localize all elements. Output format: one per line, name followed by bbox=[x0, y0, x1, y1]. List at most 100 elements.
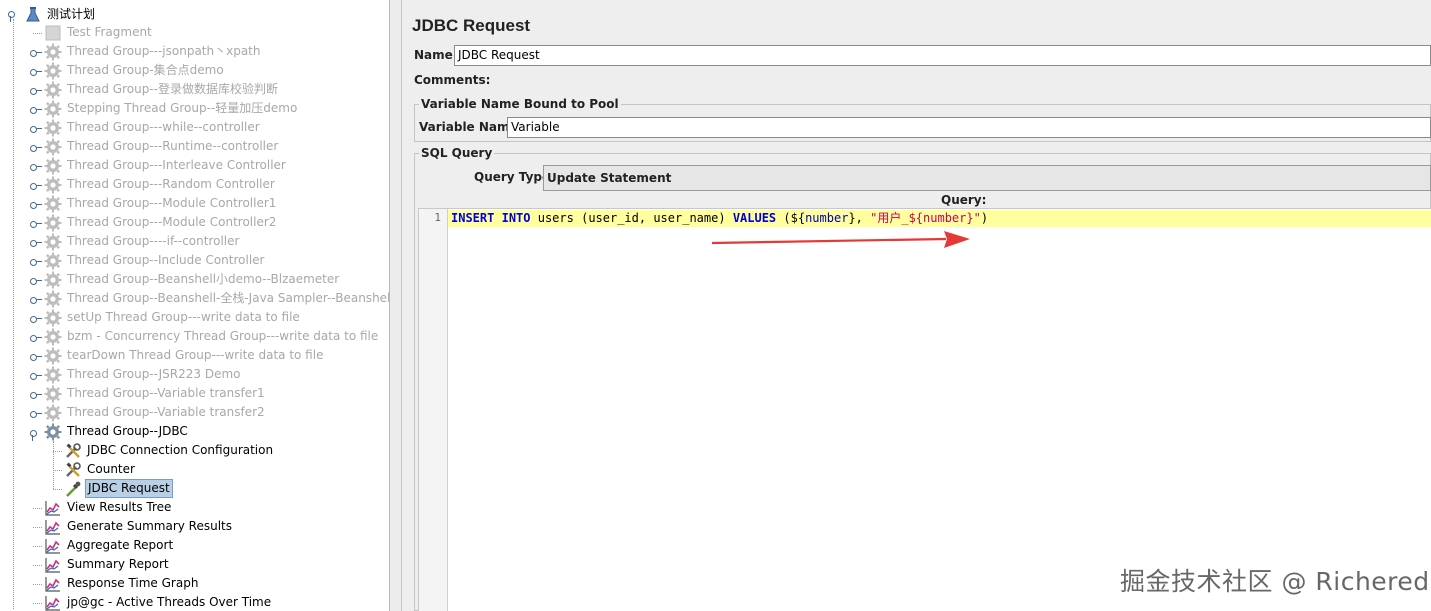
tree-node-bzm-concurrency-thread-group-write-data-to-file[interactable]: bzm - Concurrency Thread Group---write d… bbox=[44, 327, 380, 346]
tree-node-view-results-tree[interactable]: View Results Tree bbox=[44, 498, 173, 517]
sql-query-editor[interactable]: 1 INSERT INTO users (user_id, user_name)… bbox=[418, 208, 1431, 611]
gear-icon bbox=[44, 100, 62, 118]
tree-expand-handle[interactable] bbox=[30, 105, 42, 114]
watermark: 掘金技术社区 @ Richered bbox=[1120, 567, 1430, 596]
tree-node-thread-group-variable-transfer2[interactable]: Thread Group--Variable transfer2 bbox=[44, 403, 267, 422]
root-expand-handle[interactable] bbox=[8, 9, 17, 22]
tree-node-stepping-thread-group-demo[interactable]: Stepping Thread Group--轻量加压demo bbox=[44, 99, 299, 118]
gear-icon bbox=[44, 119, 62, 137]
tree-node-thread-group-interleave-controller[interactable]: Thread Group---Interleave Controller bbox=[44, 156, 288, 175]
tree-node-thread-group-module-controller1[interactable]: Thread Group---Module Controller1 bbox=[44, 194, 278, 213]
query-type-select[interactable]: Update Statement bbox=[543, 165, 1431, 191]
tree-expand-handle[interactable] bbox=[30, 181, 42, 190]
tree-node-thread-group[interactable]: Thread Group--登录做数据库校验判断 bbox=[44, 80, 280, 99]
tree-node-response-time-graph[interactable]: Response Time Graph bbox=[44, 574, 200, 593]
tree-expand-handle[interactable] bbox=[30, 276, 42, 285]
tree-node-thread-group-module-controller2[interactable]: Thread Group---Module Controller2 bbox=[44, 213, 278, 232]
tree-expand-handle[interactable] bbox=[30, 162, 42, 171]
wrench-screwdriver-icon bbox=[64, 461, 82, 479]
tree-expand-handle[interactable] bbox=[30, 67, 42, 76]
tree-expand-handle[interactable] bbox=[30, 314, 42, 323]
gear-icon bbox=[44, 138, 62, 156]
tree-root-label: 测试计划 bbox=[47, 7, 96, 21]
name-label: Name: bbox=[414, 48, 458, 62]
tree-expand-handle[interactable] bbox=[30, 124, 42, 133]
pane-splitter[interactable] bbox=[390, 0, 402, 611]
current-line-highlight: INSERT INTO users (user_id, user_name) V… bbox=[448, 210, 1431, 227]
tree-node-thread-group-demo[interactable]: Thread Group-集合点demo bbox=[44, 61, 226, 80]
tree-node-label: JDBC Request bbox=[85, 479, 173, 498]
comments-label: Comments: bbox=[414, 73, 491, 87]
graph-icon bbox=[44, 556, 62, 574]
tree-node-label: Test Fragment bbox=[67, 25, 152, 39]
tree-node-thread-group-jsonpath-xpath[interactable]: Thread Group---jsonpath丶xpath bbox=[44, 42, 263, 61]
tree-root[interactable]: 测试计划 bbox=[24, 5, 97, 24]
tree-node-jp-gc-active-threads-over-time[interactable]: jp@gc - Active Threads Over Time bbox=[44, 593, 273, 611]
sql-code-line[interactable]: INSERT INTO users (user_id, user_name) V… bbox=[451, 210, 988, 227]
tree-node-label: Thread Group---Random Controller bbox=[67, 177, 275, 191]
tree-node-thread-group-include-controller[interactable]: Thread Group--Include Controller bbox=[44, 251, 267, 270]
tree-node-thread-group-beanshell-java-sampler-beanshell[interactable]: Thread Group--Beanshell-全栈-Java Sampler-… bbox=[44, 289, 390, 308]
tree-node-generate-summary-results[interactable]: Generate Summary Results bbox=[44, 517, 234, 536]
gear-icon bbox=[44, 347, 62, 365]
tree-node-thread-group-runtime-controller[interactable]: Thread Group---Runtime--controller bbox=[44, 137, 280, 156]
tree-expand-handle[interactable] bbox=[30, 219, 42, 228]
tree-node-label: Thread Group-集合点demo bbox=[67, 63, 224, 77]
tree-expand-handle[interactable] bbox=[30, 409, 42, 418]
sql-token: INSERT bbox=[451, 211, 495, 225]
tree-node-setup-thread-group-write-data-to-file[interactable]: setUp Thread Group---write data to file bbox=[44, 308, 302, 327]
gear-icon bbox=[44, 81, 62, 99]
tree-expand-handle[interactable] bbox=[30, 48, 42, 57]
tree-node-label: Thread Group---Module Controller1 bbox=[67, 196, 277, 210]
tree-node-label: JDBC Connection Configuration bbox=[87, 443, 274, 457]
tree-expand-handle[interactable] bbox=[30, 371, 42, 380]
tree-node-test-fragment[interactable]: Test Fragment bbox=[44, 23, 154, 42]
tree-node-thread-group-jdbc[interactable]: Thread Group--JDBC bbox=[44, 422, 190, 441]
gear-icon bbox=[44, 214, 62, 232]
tree-connector bbox=[53, 489, 62, 490]
tree-expand-handle[interactable] bbox=[30, 86, 42, 95]
tree-expand-handle[interactable] bbox=[30, 295, 42, 304]
tree-node-thread-group-if-controller[interactable]: Thread Group----if--controller bbox=[44, 232, 241, 251]
tree-node-jdbc-request[interactable]: JDBC Request bbox=[64, 479, 173, 498]
tree-expand-handle[interactable] bbox=[30, 333, 42, 342]
tree-node-label: Generate Summary Results bbox=[67, 519, 232, 533]
test-plan-tree[interactable]: 测试计划 Test Fragment Thread Group---jsonpat… bbox=[0, 0, 390, 611]
tree-node-thread-group-beanshell-demo-blzaemeter[interactable]: Thread Group--Beanshell小demo--Blzaemeter bbox=[44, 270, 341, 289]
jdbc-request-panel: JDBC Request Name: JDBC Request Comments… bbox=[402, 0, 1431, 611]
tree-node-label: Thread Group--登录做数据库校验判断 bbox=[67, 82, 278, 96]
tree-connector bbox=[53, 470, 62, 471]
sql-token: ( bbox=[776, 211, 791, 225]
gear-icon bbox=[44, 366, 62, 384]
tree-node-jdbc-connection-configuration[interactable]: JDBC Connection Configuration bbox=[64, 441, 275, 460]
tree-node-label: Thread Group--Beanshell-全栈-Java Sampler-… bbox=[67, 291, 390, 305]
tree-expand-handle[interactable] bbox=[30, 352, 42, 361]
tree-expand-handle[interactable] bbox=[30, 143, 42, 152]
tree-node-thread-group-variable-transfer1[interactable]: Thread Group--Variable transfer1 bbox=[44, 384, 267, 403]
sql-token: ) bbox=[980, 211, 989, 225]
tree-expand-handle[interactable] bbox=[30, 200, 42, 209]
tree-node-teardown-thread-group-write-data-to-file[interactable]: tearDown Thread Group---write data to fi… bbox=[44, 346, 325, 365]
tree-connector bbox=[33, 527, 42, 528]
tree-expand-handle[interactable] bbox=[30, 257, 42, 266]
tree-expand-handle[interactable] bbox=[30, 428, 39, 441]
tree-node-label: tearDown Thread Group---write data to fi… bbox=[67, 348, 324, 362]
tree-node-thread-group-random-controller[interactable]: Thread Group---Random Controller bbox=[44, 175, 277, 194]
tree-node-label: Thread Group--Variable transfer2 bbox=[67, 405, 265, 419]
tree-expand-handle[interactable] bbox=[30, 238, 42, 247]
tree-node-counter[interactable]: Counter bbox=[64, 460, 137, 479]
graph-icon bbox=[44, 594, 62, 611]
sql-token: , bbox=[855, 211, 871, 225]
tree-expand-handle[interactable] bbox=[30, 390, 42, 399]
tree-node-label: Thread Group---jsonpath丶xpath bbox=[67, 44, 261, 58]
tree-node-thread-group-jsr223-demo[interactable]: Thread Group--JSR223 Demo bbox=[44, 365, 243, 384]
tree-node-label: Summary Report bbox=[67, 557, 169, 571]
tree-node-aggregate-report[interactable]: Aggregate Report bbox=[44, 536, 175, 555]
gear-icon bbox=[44, 195, 62, 213]
tree-node-summary-report[interactable]: Summary Report bbox=[44, 555, 171, 574]
sql-query-group-title: SQL Query bbox=[419, 146, 495, 160]
wrench-screwdriver-icon bbox=[64, 442, 82, 460]
variable-name-input[interactable]: Variable bbox=[507, 117, 1431, 138]
tree-node-thread-group-while-controller[interactable]: Thread Group---while--controller bbox=[44, 118, 262, 137]
name-input[interactable]: JDBC Request bbox=[454, 45, 1431, 66]
